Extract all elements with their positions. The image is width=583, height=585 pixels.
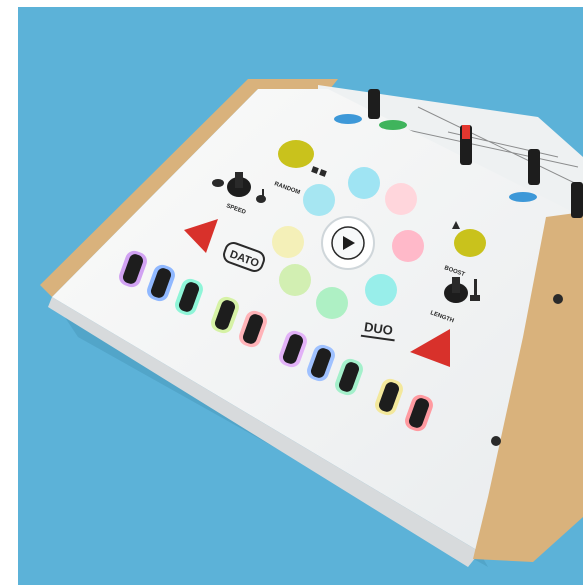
turtle-icon (212, 179, 224, 187)
product-photo: RANDOM SPEED BOOST LENGTH DATO DUO (18, 7, 583, 585)
random-button[interactable] (278, 140, 314, 168)
boost-button[interactable] (454, 229, 486, 257)
